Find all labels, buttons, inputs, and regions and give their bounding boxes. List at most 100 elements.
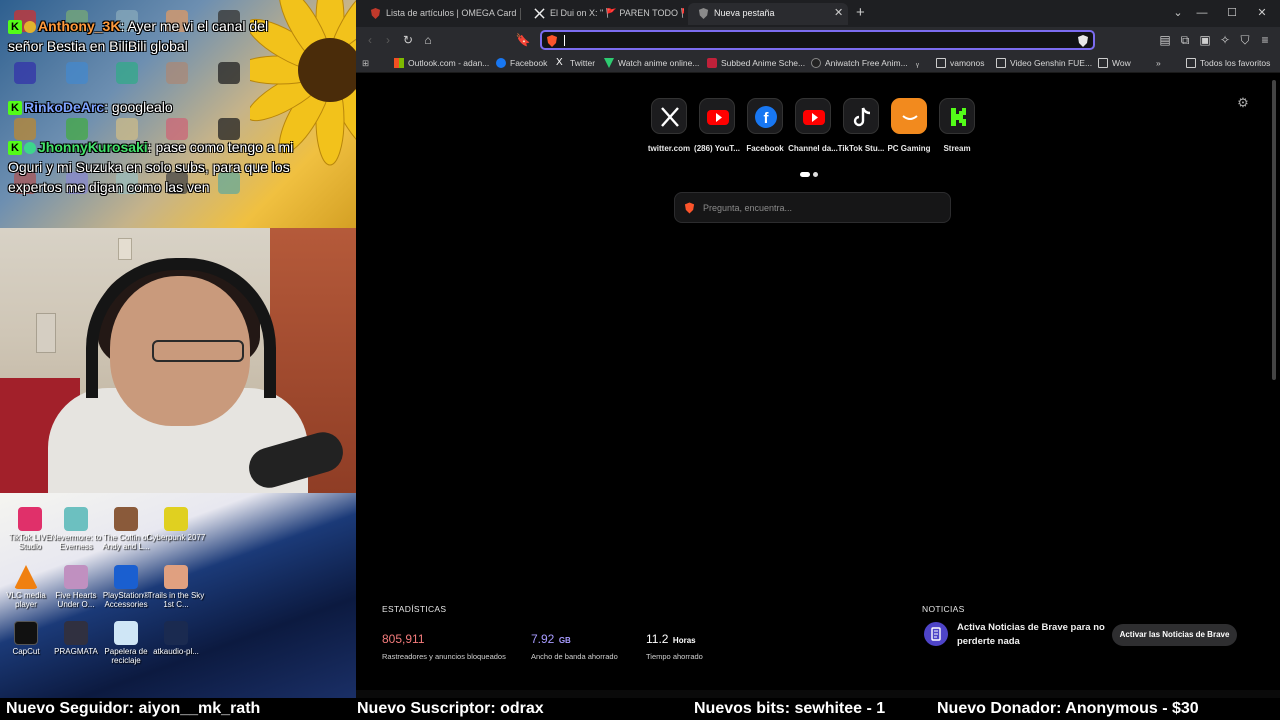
desktop-icon[interactable]: Cyberpunk 2077	[146, 507, 206, 542]
sparkle-icon: ᵧ	[916, 58, 919, 68]
close-window-icon[interactable]: ✕	[1250, 4, 1274, 22]
gear-icon[interactable]: ⚙	[1236, 96, 1250, 110]
tab-el-dui[interactable]: El Dui on X: " 🚩 PAREN TODO 🚩 Bi	[524, 3, 684, 25]
bookmark-outlook[interactable]: Outlook.com - adan...	[394, 56, 489, 70]
tab-omega-card[interactable]: Lista de artículos | OMEGA Card Gam	[360, 3, 516, 25]
brave-search-icon	[684, 202, 695, 214]
close-tab-icon[interactable]: ✕	[834, 3, 843, 23]
bookmark-label: Facebook	[510, 58, 548, 68]
tab-title: El Dui on X: " 🚩 PAREN TODO 🚩 Bi	[550, 8, 684, 18]
top-site-youtube-channel[interactable]: Channel da...	[788, 98, 838, 153]
five-hearts-icon	[64, 565, 88, 589]
desktop-icon[interactable]: Trails in the Sky 1st C...	[146, 565, 206, 609]
menu-icon[interactable]: ≡	[1256, 31, 1274, 49]
bookmark-label: Video Genshin FUE...	[1010, 58, 1093, 68]
recycle-bin-icon	[114, 621, 138, 645]
new-tab-button[interactable]: +	[856, 4, 865, 22]
activate-news-button[interactable]: Activar las Noticias de Brave	[1112, 624, 1237, 646]
bookmark-subbed-anime[interactable]: Subbed Anime Sche...	[707, 56, 805, 70]
chat-username: RinkoDeArc	[24, 99, 105, 115]
webcam-feed	[0, 228, 356, 493]
extensions-icon[interactable]: ⧉	[1176, 31, 1194, 49]
anime-site-icon	[604, 58, 614, 68]
bookmark-twitter[interactable]: X Twitter	[556, 56, 595, 70]
microsoft-icon	[394, 58, 404, 68]
brave-shield-icon[interactable]	[546, 35, 558, 47]
chat-text: : googlealo	[104, 99, 173, 115]
youtube-icon	[699, 98, 735, 134]
tab-nueva-pestana[interactable]: Nueva pestaña	[688, 3, 848, 25]
desktop-icon-label: VLC media player	[6, 591, 46, 609]
chevron-right-icon[interactable]: »	[1156, 56, 1161, 70]
brave-lion-icon	[698, 8, 709, 19]
search-box[interactable]	[674, 192, 951, 223]
bookmark-icon[interactable]: 🔖	[514, 31, 532, 49]
news-title: NOTICIAS	[922, 604, 965, 614]
facebook-icon: f	[747, 98, 783, 134]
wallet-icon[interactable]: ▣	[1196, 31, 1214, 49]
atkaudio-icon	[164, 621, 188, 645]
tab-separator	[520, 8, 521, 20]
reload-icon[interactable]: ↻	[399, 31, 417, 49]
top-site-stream[interactable]: Stream	[934, 98, 980, 153]
desktop-icon-label: PRAGMATA	[54, 647, 98, 656]
search-input[interactable]	[703, 201, 943, 215]
bookmark-unnamed[interactable]: ᵧ	[916, 56, 930, 70]
bookmark-watch-anime[interactable]: Watch anime online...	[604, 56, 699, 70]
top-site-tiktok[interactable]: TikTok Stu...	[838, 98, 884, 153]
desktop-icon[interactable]: atkaudio-pl...	[146, 621, 206, 656]
pc-gaming-icon	[891, 98, 927, 134]
ghost-desktop-icon	[116, 62, 138, 84]
folder-icon	[1186, 58, 1196, 68]
brave-rewards-icon[interactable]	[1077, 35, 1089, 47]
tab-strip: Lista de artículos | OMEGA Card Gam El D…	[356, 0, 1280, 27]
scrollbar-thumb[interactable]	[1272, 80, 1276, 380]
apps-grid-icon[interactable]: ⊞	[362, 56, 369, 70]
top-site-youtube[interactable]: (286) YouT...	[694, 98, 740, 153]
ghost-desktop-icon	[14, 62, 36, 84]
address-bar[interactable]	[540, 30, 1095, 50]
bookmark-folder-wow[interactable]: Wow	[1098, 56, 1131, 70]
pager-dot[interactable]	[813, 172, 818, 177]
new-tab-page: ⚙ twitter.com (286) YouT... f Facebook C…	[356, 74, 1280, 690]
desktop-icon-label: The Coffin of Andy and L...	[102, 533, 150, 551]
ticker-new-donor: Nuevo Donador: Anonymous - $30	[937, 700, 1199, 717]
ticker-new-subscriber: Nuevo Suscriptor: odrax	[357, 700, 544, 717]
ghost-desktop-icon	[66, 62, 88, 84]
kick-icon	[939, 98, 975, 134]
page-scrollbar[interactable]	[1270, 74, 1278, 690]
browser-window: Lista de artículos | OMEGA Card Gam El D…	[356, 0, 1280, 690]
chevron-down-icon[interactable]: ⌄	[1166, 4, 1190, 22]
top-site-facebook[interactable]: f Facebook	[742, 98, 788, 153]
kick-badge-icon: K	[8, 141, 22, 156]
pager-dot-active[interactable]	[800, 172, 810, 177]
kick-badge-icon: K	[8, 101, 22, 116]
url-input[interactable]	[564, 33, 1064, 47]
webcam-switch	[118, 238, 132, 260]
maximize-icon[interactable]: ☐	[1220, 4, 1244, 22]
desktop-icon-label: Cyberpunk 2077	[146, 533, 206, 542]
vpn-icon[interactable]: ⛉	[1236, 31, 1254, 49]
chat-overlay: K Anthony_3K: Ayer me vi el canal del señ…	[0, 0, 356, 228]
home-icon[interactable]: ⌂	[419, 31, 437, 49]
forward-icon[interactable]: ›	[379, 31, 397, 49]
bookmark-all-favorites[interactable]: Todos los favoritos	[1186, 56, 1270, 70]
leo-ai-icon[interactable]: ✧	[1216, 31, 1234, 49]
stream-alerts-ticker: Nuevo Seguidor: aiyon__mk_rath Nuevo Sus…	[0, 698, 1280, 720]
bookmark-facebook[interactable]: Facebook	[496, 56, 547, 70]
top-site-label: Stream	[943, 144, 971, 153]
bookmark-folder-vamonos[interactable]: vamonos	[936, 56, 985, 70]
bookmarks-bar: ⊞ Outlook.com - adan... Facebook X Twitte…	[356, 53, 1280, 73]
bookmark-label: Outlook.com - adan...	[408, 58, 490, 68]
x-logo-icon	[534, 8, 545, 19]
top-site-twitter[interactable]: twitter.com	[646, 98, 692, 153]
stat-time-value: 11.2	[646, 632, 669, 646]
bookmark-aniwatch[interactable]: Aniwatch Free Anim...	[811, 56, 908, 70]
sidebar-icon[interactable]: ▤	[1156, 31, 1174, 49]
back-icon[interactable]: ‹	[361, 31, 379, 49]
bookmark-folder-genshin[interactable]: Video Genshin FUE...	[996, 56, 1092, 70]
top-site-pc-gaming[interactable]: PC Gaming	[886, 98, 932, 153]
stat-bandwidth: 7.92 GB Ancho de banda ahorrado	[531, 630, 618, 661]
minimize-icon[interactable]: —	[1190, 4, 1214, 22]
cyberpunk-icon	[164, 507, 188, 531]
